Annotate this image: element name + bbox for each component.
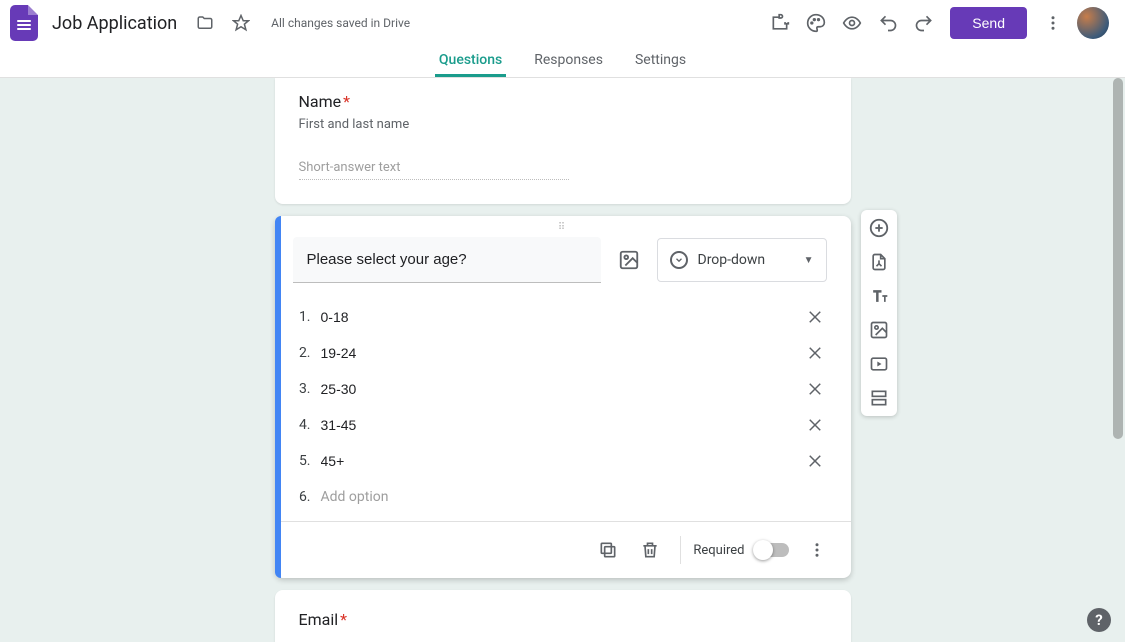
help-icon[interactable]: ? <box>1087 608 1111 632</box>
question-card-email[interactable]: Email* Short-answer text <box>275 590 851 642</box>
star-icon[interactable] <box>223 5 259 41</box>
required-label: Required <box>693 543 744 558</box>
question-title-input[interactable] <box>293 237 601 283</box>
floating-toolbar <box>861 210 897 416</box>
form-canvas[interactable]: Name* First and last name Short-answer t… <box>0 78 1125 642</box>
import-questions-icon[interactable] <box>867 250 891 274</box>
dropdown-type-icon <box>670 251 688 269</box>
option-number: 4. <box>293 417 311 433</box>
question-label: Email <box>299 610 339 629</box>
remove-option-icon[interactable] <box>803 449 827 473</box>
undo-icon[interactable] <box>870 5 906 41</box>
option-number: 3. <box>293 381 311 397</box>
required-toggle[interactable] <box>755 543 789 557</box>
tab-settings[interactable]: Settings <box>631 46 690 77</box>
add-title-icon[interactable] <box>867 284 891 308</box>
option-row: 5. <box>293 443 827 479</box>
option-number: 6. <box>293 489 311 505</box>
option-row: 2. <box>293 335 827 371</box>
active-indicator-icon <box>275 216 281 578</box>
question-label: Name <box>299 92 342 111</box>
remove-option-icon[interactable] <box>803 305 827 329</box>
avatar[interactable] <box>1077 7 1109 39</box>
option-row: 4. <box>293 407 827 443</box>
app-header: Job Application All changes saved in Dri… <box>0 0 1125 78</box>
form-tabs: Questions Responses Settings <box>0 46 1125 77</box>
preview-icon[interactable] <box>834 5 870 41</box>
option-number: 1. <box>293 309 311 325</box>
required-star-icon: * <box>343 92 350 111</box>
addons-icon[interactable] <box>762 5 798 41</box>
question-card-age-editor[interactable]: ⠿ Drop-down ▼ 1. <box>275 216 851 578</box>
more-icon[interactable] <box>1035 5 1071 41</box>
option-number: 2. <box>293 345 311 361</box>
option-input[interactable] <box>321 341 803 365</box>
remove-option-icon[interactable] <box>803 341 827 365</box>
add-option-row[interactable]: 6. Add option <box>293 479 827 515</box>
add-image-icon[interactable] <box>617 248 641 272</box>
customize-theme-icon[interactable] <box>798 5 834 41</box>
short-answer-placeholder: Short-answer text <box>299 160 569 180</box>
add-image-tool-icon[interactable] <box>867 318 891 342</box>
option-row: 1. <box>293 299 827 335</box>
drag-handle-icon[interactable]: ⠿ <box>275 216 851 233</box>
send-button[interactable]: Send <box>950 7 1027 39</box>
add-video-icon[interactable] <box>867 352 891 376</box>
tab-responses[interactable]: Responses <box>530 46 607 77</box>
save-status: All changes saved in Drive <box>271 16 410 30</box>
forms-logo-icon[interactable] <box>10 5 38 41</box>
option-input[interactable] <box>321 305 803 329</box>
question-description: First and last name <box>299 117 827 132</box>
move-to-folder-icon[interactable] <box>187 5 223 41</box>
delete-icon[interactable] <box>632 532 668 568</box>
remove-option-icon[interactable] <box>803 377 827 401</box>
question-footer: Required <box>275 521 851 578</box>
remove-option-icon[interactable] <box>803 413 827 437</box>
divider <box>680 536 681 564</box>
question-type-select[interactable]: Drop-down ▼ <box>657 238 827 282</box>
duplicate-icon[interactable] <box>590 532 626 568</box>
add-option-placeholder[interactable]: Add option <box>321 485 827 509</box>
tab-questions[interactable]: Questions <box>435 46 506 77</box>
redo-icon[interactable] <box>906 5 942 41</box>
option-input[interactable] <box>321 377 803 401</box>
option-input[interactable] <box>321 413 803 437</box>
form-title[interactable]: Job Application <box>52 13 177 34</box>
question-more-icon[interactable] <box>799 532 835 568</box>
option-number: 5. <box>293 453 311 469</box>
add-section-icon[interactable] <box>867 386 891 410</box>
required-star-icon: * <box>340 610 347 629</box>
option-input[interactable] <box>321 449 803 473</box>
chevron-down-icon: ▼ <box>804 255 814 266</box>
option-row: 3. <box>293 371 827 407</box>
add-question-icon[interactable] <box>867 216 891 240</box>
question-card-name[interactable]: Name* First and last name Short-answer t… <box>275 78 851 204</box>
question-type-label: Drop-down <box>698 252 766 268</box>
